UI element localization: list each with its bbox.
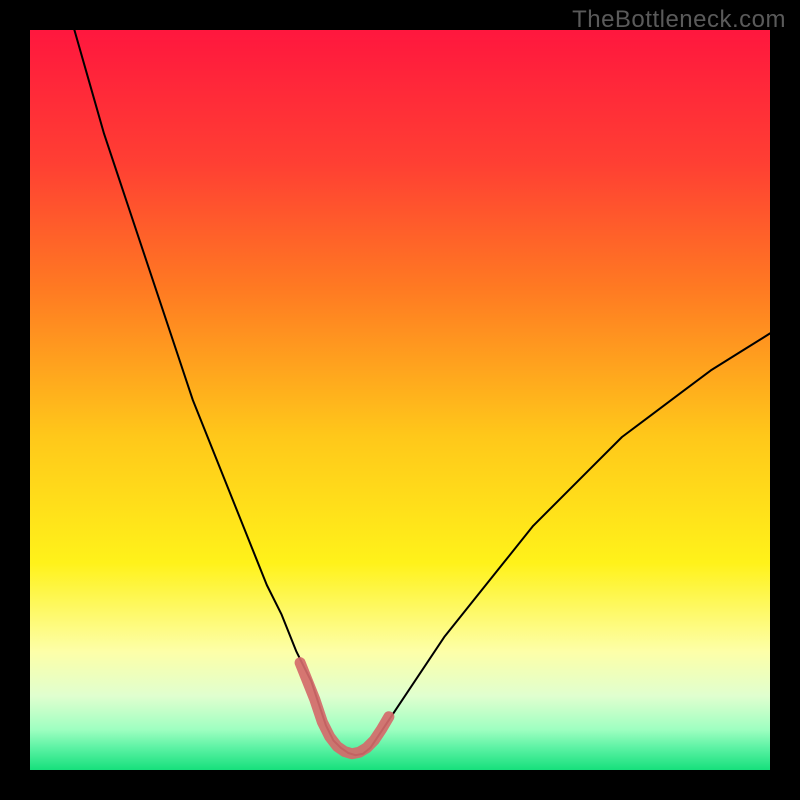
watermark-text: TheBottleneck.com [572,6,786,34]
gradient-background [30,30,770,770]
chart-frame: TheBottleneck.com [0,0,800,800]
plot-area [30,30,770,770]
chart-svg [30,30,770,770]
